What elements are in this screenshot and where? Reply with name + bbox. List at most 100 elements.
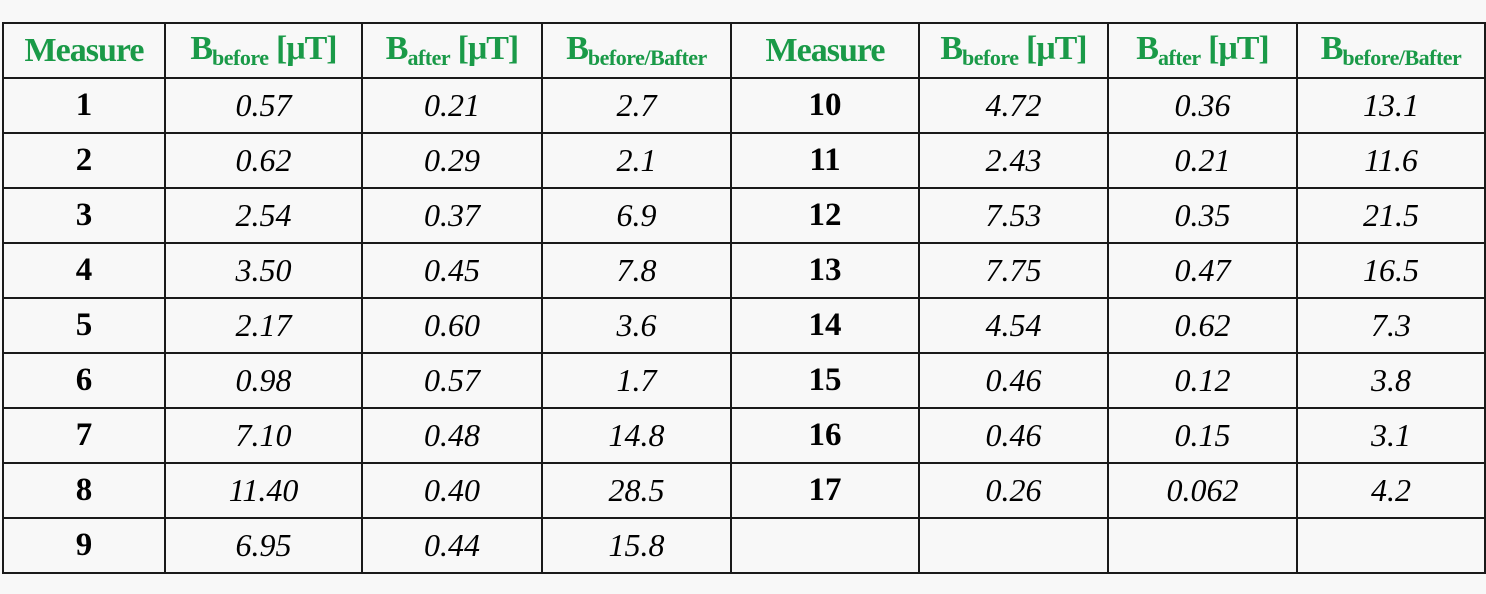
value-cell: 3.8 <box>1296 352 1486 409</box>
value-cell: 0.37 <box>361 187 543 244</box>
value-cell: 0.21 <box>361 77 543 134</box>
measure-number-cell: 12 <box>730 187 920 244</box>
value-cell: 7.10 <box>164 407 363 464</box>
column-header: Bbefore [μT] <box>164 22 363 79</box>
header-subscript: before <box>962 45 1019 70</box>
value-cell: 14.8 <box>541 407 732 464</box>
value-cell: 0.15 <box>1107 407 1298 464</box>
value-cell: 3.1 <box>1296 407 1486 464</box>
table-body: 1 0.57 0.21 2.7 10 4.72 0.36 13.1 2 0.62 0.29 2.1 11… <box>2 77 1486 574</box>
header-main: B <box>190 30 213 67</box>
value-cell: 4.2 <box>1296 462 1486 519</box>
column-header: Bbefore/Bafter <box>1296 22 1486 79</box>
value-cell: 4.54 <box>918 297 1109 354</box>
value-cell: 2.54 <box>164 187 363 244</box>
value-cell: 16.5 <box>1296 242 1486 299</box>
value-cell: 11.6 <box>1296 132 1486 189</box>
header-unit: [μT] <box>268 30 338 67</box>
table-row: 7 7.10 0.48 14.8 16 0.46 0.15 3.1 <box>2 407 1486 464</box>
value-cell: 7.3 <box>1296 297 1486 354</box>
value-cell: 0.57 <box>361 352 543 409</box>
header-main: B <box>940 30 963 67</box>
value-cell: 3.50 <box>164 242 363 299</box>
value-cell: 2.43 <box>918 132 1109 189</box>
measure-number-cell: 8 <box>2 462 166 519</box>
column-header: Measure <box>730 22 920 79</box>
table-row: 2 0.62 0.29 2.1 11 2.43 0.21 11.6 <box>2 132 1486 189</box>
table-row: 8 11.40 0.40 28.5 17 0.26 0.062 4.2 <box>2 462 1486 519</box>
header-main: Measure <box>765 31 886 69</box>
table-row: 6 0.98 0.57 1.7 15 0.46 0.12 3.8 <box>2 352 1486 409</box>
value-cell: 0.40 <box>361 462 543 519</box>
header-subscript: before/Bafter <box>1342 45 1462 70</box>
measure-number-cell: 4 <box>2 242 166 299</box>
value-cell: 0.46 <box>918 352 1109 409</box>
column-header: Measure <box>2 22 166 79</box>
measure-number-cell: 1 <box>2 77 166 134</box>
value-cell <box>918 517 1109 574</box>
value-cell: 2.17 <box>164 297 363 354</box>
measure-number-cell: 10 <box>730 77 920 134</box>
value-cell: 11.40 <box>164 462 363 519</box>
measure-number-cell: 6 <box>2 352 166 409</box>
value-cell: 6.9 <box>541 187 732 244</box>
header-unit: [μT] <box>450 30 520 67</box>
value-cell: 0.29 <box>361 132 543 189</box>
column-header: Bbefore [μT] <box>918 22 1109 79</box>
value-cell: 6.95 <box>164 517 363 574</box>
measure-number-cell: 17 <box>730 462 920 519</box>
header-unit: [μT] <box>1200 30 1270 67</box>
measure-number-cell: 2 <box>2 132 166 189</box>
value-cell: 7.53 <box>918 187 1109 244</box>
measure-number-cell: 11 <box>730 132 920 189</box>
measure-number-cell: 13 <box>730 242 920 299</box>
header-unit: [μT] <box>1018 30 1088 67</box>
measure-number-cell: 15 <box>730 352 920 409</box>
column-header: Bafter [μT] <box>1107 22 1298 79</box>
column-header: Bbefore/Bafter <box>541 22 732 79</box>
measure-number-cell: 16 <box>730 407 920 464</box>
header-subscript: before/Bafter <box>587 45 707 70</box>
header-main: Measure <box>24 31 145 69</box>
value-cell: 0.21 <box>1107 132 1298 189</box>
header-row: Measure Bbefore [μT] Bafter [μT] Bbefore/Ba… <box>2 22 1486 79</box>
column-header: Bafter [μT] <box>361 22 543 79</box>
header-subscript: before <box>212 45 269 70</box>
value-cell: 0.57 <box>164 77 363 134</box>
value-cell <box>1107 517 1298 574</box>
value-cell: 28.5 <box>541 462 732 519</box>
value-cell: 0.44 <box>361 517 543 574</box>
header-subscript: after <box>407 45 451 70</box>
value-cell: 0.12 <box>1107 352 1298 409</box>
measure-number-cell: 5 <box>2 297 166 354</box>
measure-number-cell: 9 <box>2 517 166 574</box>
measure-number-cell: 3 <box>2 187 166 244</box>
value-cell: 0.60 <box>361 297 543 354</box>
value-cell <box>1296 517 1486 574</box>
table-row: 9 6.95 0.44 15.8 <box>2 517 1486 574</box>
value-cell: 1.7 <box>541 352 732 409</box>
value-cell: 7.75 <box>918 242 1109 299</box>
value-cell: 0.36 <box>1107 77 1298 134</box>
table-row: 4 3.50 0.45 7.8 13 7.75 0.47 16.5 <box>2 242 1486 299</box>
header-main: B <box>385 30 409 67</box>
value-cell: 0.62 <box>1107 297 1298 354</box>
measure-number-cell <box>730 517 920 574</box>
value-cell: 0.62 <box>164 132 363 189</box>
value-cell: 2.7 <box>541 77 732 134</box>
measure-number-cell: 14 <box>730 297 920 354</box>
value-cell: 2.1 <box>541 132 732 189</box>
value-cell: 13.1 <box>1296 77 1486 134</box>
value-cell: 0.26 <box>918 462 1109 519</box>
header-main: B <box>1320 30 1344 67</box>
value-cell: 15.8 <box>541 517 732 574</box>
value-cell: 0.45 <box>361 242 543 299</box>
header-subscript: after <box>1157 45 1201 70</box>
value-cell: 0.35 <box>1107 187 1298 244</box>
value-cell: 3.6 <box>541 297 732 354</box>
value-cell: 0.98 <box>164 352 363 409</box>
header-main: B <box>1136 30 1159 67</box>
value-cell: 0.062 <box>1107 462 1298 519</box>
header-main: B <box>566 30 589 67</box>
table-row: 5 2.17 0.60 3.6 14 4.54 0.62 7.3 <box>2 297 1486 354</box>
